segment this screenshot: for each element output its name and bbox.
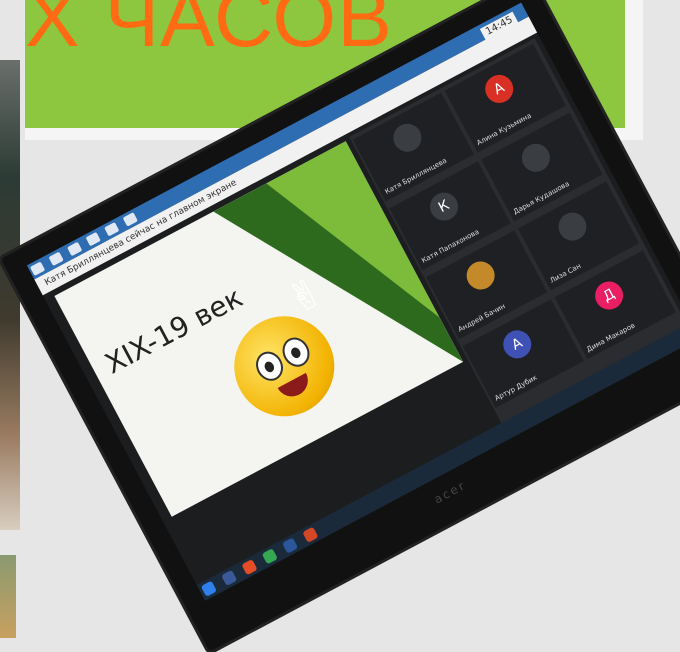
slide-title: XIX-19 век (99, 280, 248, 381)
avatar (516, 138, 555, 177)
media-icon[interactable] (241, 558, 258, 576)
acer-logo: acer (431, 478, 469, 507)
word-icon[interactable] (282, 537, 299, 554)
bottom-photo-strip (0, 555, 16, 638)
powerpoint-icon[interactable] (302, 526, 319, 543)
chrome-icon[interactable] (261, 548, 279, 565)
avatar: Д (590, 276, 629, 315)
avatar (388, 118, 427, 157)
start-icon[interactable] (200, 580, 218, 597)
participant-name: Лиза Сан (548, 261, 583, 285)
participant-name: Дима Макаров (585, 321, 637, 354)
avatar: К (425, 187, 463, 226)
avatar (461, 256, 500, 295)
avatar: А (480, 69, 519, 108)
mouth-icon (277, 372, 314, 403)
explorer-icon[interactable] (221, 569, 238, 587)
participant-name: Артур Дубик (493, 373, 539, 403)
avatar (553, 207, 592, 246)
avatar: А (498, 325, 537, 364)
left-photo-strip (0, 60, 20, 530)
banner-title: Х ЧАСОВ (25, 0, 393, 64)
